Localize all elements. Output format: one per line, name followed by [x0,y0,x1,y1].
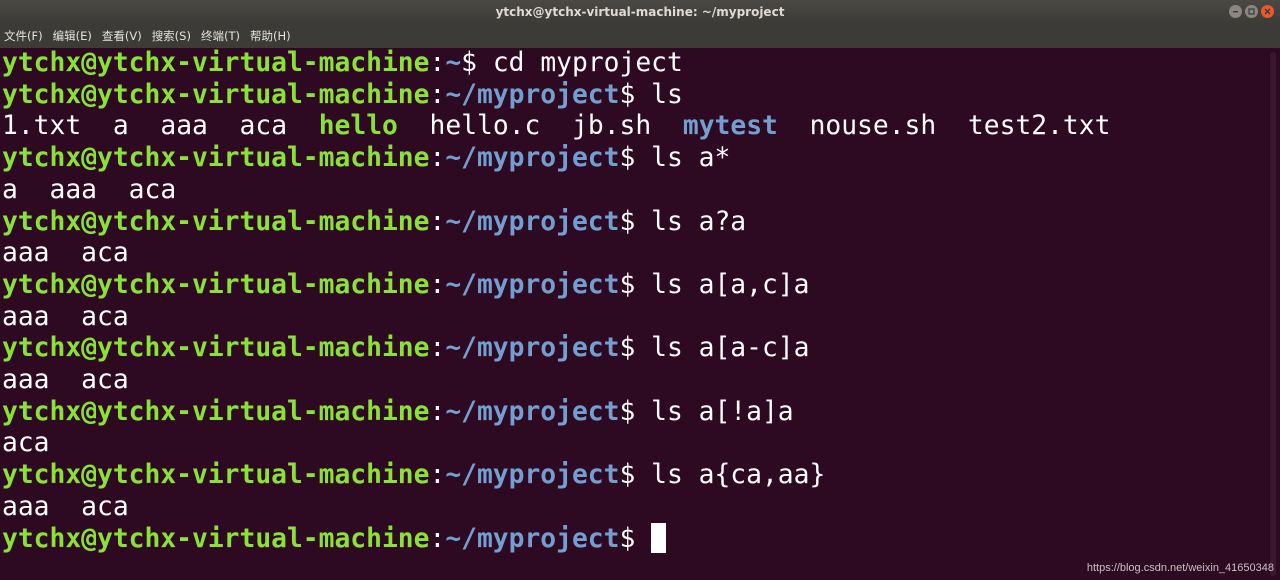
terminal-output-line: a aaa aca [2,174,177,205]
terminal-output-line: aaa aca [2,238,129,269]
prompt-colon: : [429,143,446,174]
directory-entry: mytest [682,111,778,142]
menu-file[interactable]: 文件(F) [4,28,43,44]
terminal-prompt-line: ytchx@ytchx-virtual-machine:~/myproject$… [2,270,809,302]
window-title: ytchx@ytchx-virtual-machine: ~/myproject [495,5,785,19]
prompt-user-host: ytchx@ytchx-virtual-machine [2,206,430,237]
minimize-button[interactable] [1229,5,1242,18]
command-text: cd myproject [477,48,683,78]
terminal-prompt-line: ytchx@ytchx-virtual-machine:~/myproject$… [2,460,825,492]
command-text: ls a[!a]a [635,396,794,427]
command-text: ls a[a,c]a [635,269,810,300]
command-text: ls a?a [635,206,747,237]
file-entry: nouse.sh [809,111,937,142]
file-entry: test2.txt [967,111,1111,142]
minimize-icon [1233,11,1238,13]
prompt-dollar: $ [619,396,636,427]
terminal-prompt-line: ytchx@ytchx-virtual-machine:~/myproject$… [2,207,746,239]
prompt-path: ~/myproject [445,523,620,554]
prompt-path: ~/myproject [445,269,620,300]
prompt-path: ~/myproject [445,79,620,110]
prompt-user-host: ytchx@ytchx-virtual-machine [2,333,430,364]
file-entry: 1.txt [2,111,82,142]
prompt-user-host: ytchx@ytchx-virtual-machine [2,269,430,300]
prompt-dollar: $ [619,523,636,554]
terminal-output-line: aaa aca [2,365,129,395]
prompt-colon: : [429,48,446,78]
maximize-icon [1248,8,1255,15]
prompt-path: ~/myproject [445,206,620,237]
prompt-path: ~/myproject [445,333,620,364]
prompt-colon: : [429,333,446,364]
prompt-user-host: ytchx@ytchx-virtual-machine [2,143,430,174]
prompt-colon: : [429,523,446,554]
menu-terminal[interactable]: 终端(T) [201,28,240,44]
command-text: ls a{ca,aa} [635,460,826,491]
prompt-dollar: $ [619,333,636,364]
file-entry: a [112,111,129,142]
prompt-user-host: ytchx@ytchx-virtual-machine [2,48,430,78]
maximize-button[interactable] [1245,5,1258,18]
watermark-text: https://blog.csdn.net/weixin_41650348 [1086,562,1274,574]
prompt-path: ~/myproject [445,143,620,174]
command-text [635,524,651,554]
prompt-dollar: $ [619,143,636,174]
terminal-prompt-line: ytchx@ytchx-virtual-machine:~/myproject$… [2,397,794,429]
close-icon [1264,8,1271,15]
prompt-path: ~/myproject [445,396,620,427]
menu-edit[interactable]: 编辑(E) [53,28,92,44]
terminal-output-line: aaa aca [2,301,129,332]
prompt-user-host: ytchx@ytchx-virtual-machine [2,460,430,491]
terminal-prompt-line: ytchx@ytchx-virtual-machine:~/myproject$ [2,523,667,556]
prompt-dollar: $ [619,460,636,491]
menu-help[interactable]: 帮助(H) [250,28,291,44]
text-cursor [651,523,667,553]
terminal-prompt-line: ytchx@ytchx-virtual-machine:~/myproject$… [2,80,683,112]
prompt-colon: : [429,269,446,300]
prompt-colon: : [429,396,446,427]
terminal-output-line: aaa aca [2,491,129,522]
prompt-dollar: $ [619,206,636,237]
prompt-colon: : [429,206,446,237]
menu-view[interactable]: 查看(V) [102,28,142,44]
window-titlebar: ytchx@ytchx-virtual-machine: ~/myproject [0,0,1280,24]
prompt-path: ~ [445,48,462,78]
file-entry: jb.sh [572,111,652,142]
prompt-user-host: ytchx@ytchx-virtual-machine [2,523,430,554]
menu-search[interactable]: 搜索(S) [152,28,191,44]
command-text: ls a[a-c]a [635,333,810,364]
file-entry: aca [239,111,288,142]
terminal-output-line: 1.txt a aaa aca hello hello.c jb.sh myte… [2,111,1110,143]
file-entry: aaa [160,111,208,142]
terminal-scrollbar[interactable] [1270,52,1276,576]
terminal-prompt-line: ytchx@ytchx-virtual-machine:~$ cd myproj… [2,48,683,80]
command-text: ls [635,79,683,110]
terminal-prompt-line: ytchx@ytchx-virtual-machine:~/myproject$… [2,143,730,175]
terminal-prompt-line: ytchx@ytchx-virtual-machine:~/myproject$… [2,333,809,365]
window-controls [1229,5,1274,18]
prompt-path: ~/myproject [445,460,620,491]
prompt-dollar: $ [619,79,636,110]
menu-bar: 文件(F) 编辑(E) 查看(V) 搜索(S) 终端(T) 帮助(H) [0,24,1280,48]
prompt-user-host: ytchx@ytchx-virtual-machine [2,79,430,110]
close-button[interactable] [1261,5,1274,18]
prompt-colon: : [429,460,446,491]
prompt-colon: : [429,79,446,110]
file-entry: hello.c [429,111,541,142]
prompt-dollar: $ [461,48,477,78]
prompt-dollar: $ [619,269,636,300]
command-text: ls a* [635,143,731,174]
prompt-user-host: ytchx@ytchx-virtual-machine [2,396,430,427]
executable-entry: hello [318,111,398,142]
terminal-area[interactable]: ytchx@ytchx-virtual-machine:~$ cd myproj… [0,48,1280,580]
terminal-output-line: aca [2,428,50,459]
